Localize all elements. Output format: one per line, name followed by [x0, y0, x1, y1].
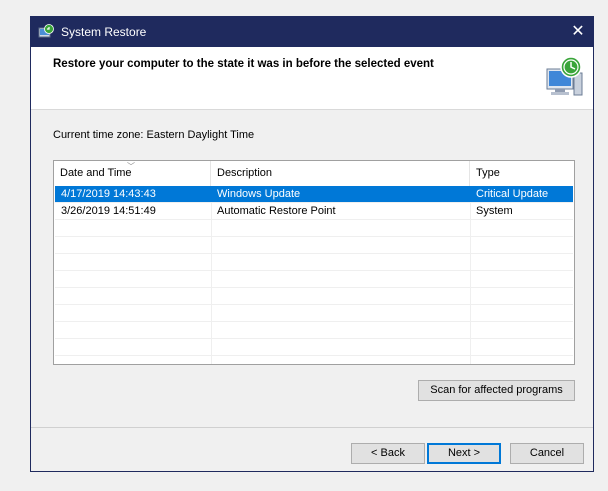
system-restore-window: System Restore ✕ Restore your computer t… [30, 16, 594, 472]
next-button[interactable]: Next > [427, 443, 501, 464]
wizard-heading: Restore your computer to the state it wa… [53, 58, 434, 70]
row-date: 3/26/2019 14:51:49 [61, 205, 156, 217]
empty-row [55, 339, 573, 356]
title-bar[interactable]: System Restore ✕ [31, 17, 593, 47]
wizard-header: Restore your computer to the state it wa… [31, 47, 593, 110]
empty-row [55, 220, 573, 237]
table-row[interactable]: 3/26/2019 14:51:49 Automatic Restore Poi… [55, 203, 573, 220]
column-header-date[interactable]: ﹀ Date and Time [54, 161, 211, 186]
restore-computer-icon [546, 56, 583, 96]
empty-row [55, 254, 573, 271]
row-date: 4/17/2019 14:43:43 [61, 188, 156, 200]
back-button[interactable]: < Back [351, 443, 425, 464]
row-description: Windows Update [217, 188, 301, 200]
empty-row [55, 288, 573, 305]
window-title: System Restore [61, 25, 147, 39]
column-header-type[interactable]: Type [470, 161, 574, 186]
empty-row [55, 305, 573, 322]
timezone-label: Current time zone: Eastern Daylight Time [53, 129, 255, 141]
empty-row [55, 271, 573, 288]
column-header-description[interactable]: Description [211, 161, 470, 186]
cancel-button[interactable]: Cancel [510, 443, 584, 464]
table-row[interactable]: 4/17/2019 14:43:43 Windows Update Critic… [55, 186, 573, 203]
restore-points-list[interactable]: ﹀ Date and Time Description Type 4/17/20… [53, 160, 575, 365]
empty-row [55, 322, 573, 339]
scan-affected-programs-button[interactable]: Scan for affected programs [418, 380, 575, 401]
close-icon[interactable]: ✕ [563, 17, 593, 47]
system-restore-icon [38, 24, 54, 38]
row-type: System [476, 205, 513, 217]
empty-row [55, 237, 573, 254]
sort-descending-icon: ﹀ [127, 162, 135, 171]
row-description: Automatic Restore Point [217, 205, 336, 217]
row-type: Critical Update [476, 188, 549, 200]
list-header: ﹀ Date and Time Description Type [54, 161, 574, 186]
footer-divider [31, 427, 593, 428]
